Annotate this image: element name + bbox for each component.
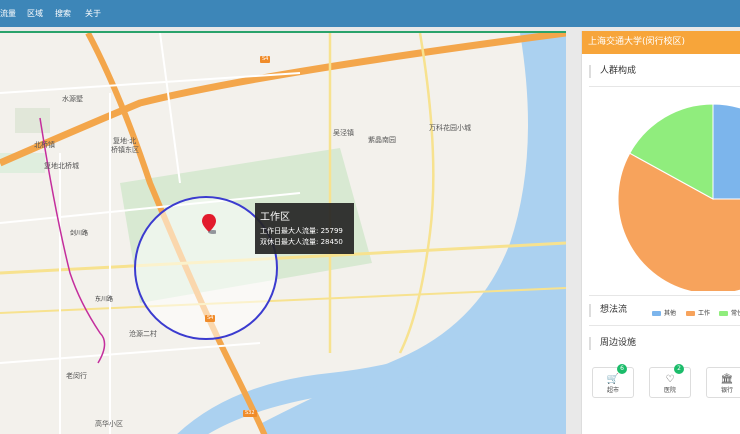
map-label: 桥镇东区 xyxy=(111,146,139,154)
idea-flow-title[interactable]: 想法流 xyxy=(589,304,627,317)
crowd-composition-title: 人群构成 xyxy=(589,65,636,78)
map-label: 东川路 xyxy=(95,296,114,303)
nav-item-area[interactable]: 区域 xyxy=(27,8,43,19)
facility-hospital[interactable]: 2 ♡ 医院 xyxy=(649,364,691,398)
area-tooltip: 工作区 工作日最大人流量: 25799 双休日最大人流量: 28450 xyxy=(255,203,354,254)
legend-item-other: 其他 xyxy=(652,308,676,317)
nav-item-search[interactable]: 搜索 xyxy=(55,8,71,19)
map-label: 北桥镇 xyxy=(34,141,55,149)
info-panel: 上海交通大学(闵行校区) 人群构成 其他 工作 常住 想法流 周边设施 6 🛒 … xyxy=(581,31,740,434)
road-badge: S4 xyxy=(205,315,216,322)
facility-count-badge: 6 xyxy=(617,364,627,374)
legend-label: 工作 xyxy=(698,310,711,317)
divider xyxy=(589,86,740,87)
crowd-pie-chart xyxy=(617,103,740,291)
divider xyxy=(589,295,740,296)
map-label: 老闵行 xyxy=(66,372,87,380)
map-label: 高华小区 xyxy=(95,420,123,428)
bank-icon: 🏛 xyxy=(720,374,734,385)
tooltip-weekend-flow: 双休日最大人流量: 28450 xyxy=(260,238,343,246)
tooltip-workday-flow: 工作日最大人流量: 25799 xyxy=(260,227,343,235)
legend-label: 其他 xyxy=(664,310,677,317)
facility-label: 医院 xyxy=(663,387,676,394)
cart-icon: 🛒 xyxy=(606,374,620,385)
map-label: 沧源二村 xyxy=(129,330,157,338)
pie-slice-0[interactable] xyxy=(712,103,740,200)
legend-swatch xyxy=(652,311,661,316)
map-label: 复地北桥城 xyxy=(44,162,79,170)
legend-swatch xyxy=(686,311,695,316)
location-pin-icon[interactable] xyxy=(202,214,216,234)
facility-count-badge: 2 xyxy=(674,364,684,374)
panel-title: 上海交通大学(闵行校区) xyxy=(582,31,740,54)
facility-label: 银行 xyxy=(720,387,733,394)
map-label: 万科花园小城 xyxy=(429,124,471,132)
map-label: 紫晶南园 xyxy=(368,136,396,144)
map-label: 水源墅 xyxy=(62,95,83,103)
legend-item-work: 工作 xyxy=(686,308,710,317)
legend-item-live: 常住 xyxy=(719,308,740,317)
facility-label: 超市 xyxy=(606,387,619,394)
map-label: 剑川路 xyxy=(70,230,89,237)
legend-label: 常住 xyxy=(731,310,740,317)
road-badge: S32 xyxy=(243,410,257,417)
nearby-facilities-title: 周边设施 xyxy=(589,337,636,350)
legend-swatch xyxy=(719,311,728,316)
nav-item-flow[interactable]: 流量 xyxy=(0,8,16,19)
facility-bank[interactable]: 🏛 银行 xyxy=(706,367,740,398)
divider xyxy=(589,325,740,326)
road-badge: S4 xyxy=(260,56,271,63)
map-label: 吴泾镇 xyxy=(333,129,354,137)
tooltip-title: 工作区 xyxy=(260,212,290,223)
top-nav-bar: 流量 区域 搜索 关于 xyxy=(0,0,740,27)
facility-supermarket[interactable]: 6 🛒 超市 xyxy=(592,364,634,398)
nav-item-about[interactable]: 关于 xyxy=(85,8,101,19)
heart-pulse-icon: ♡ xyxy=(665,374,675,385)
